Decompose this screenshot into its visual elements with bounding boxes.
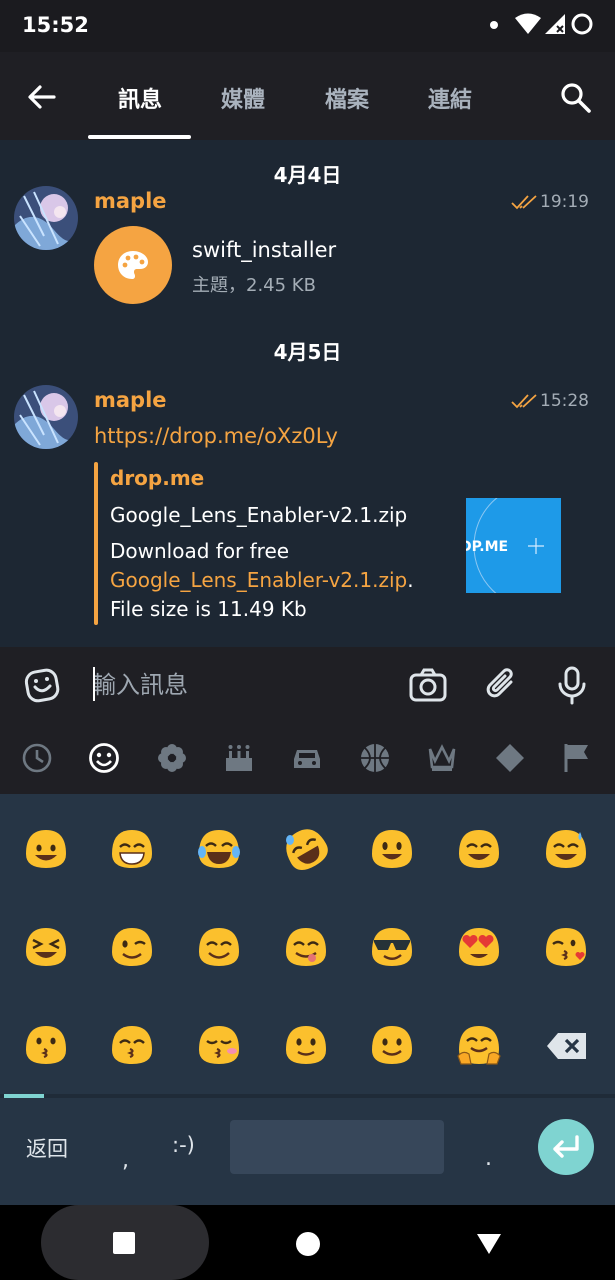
- notification-dot-icon: [490, 21, 498, 29]
- crown-icon[interactable]: [425, 741, 459, 775]
- enter-key[interactable]: [538, 1119, 594, 1175]
- message-link[interactable]: https://drop.me/oXz0Ly: [94, 424, 338, 448]
- status-time: 15:52: [22, 13, 89, 37]
- diamond-icon[interactable]: [493, 741, 527, 775]
- slightly-smiling-icon[interactable]: [282, 1020, 330, 1068]
- smiling-face-icon[interactable]: [368, 1020, 416, 1068]
- link-preview-title[interactable]: Google_Lens_Enabler-v2.1.zip: [110, 503, 407, 527]
- rolling-laughing-icon[interactable]: [282, 824, 330, 872]
- tears-of-joy-icon[interactable]: [195, 824, 243, 872]
- battery-ring-icon: [571, 13, 593, 35]
- back-key[interactable]: 返回: [26, 1133, 68, 1163]
- sweat-smile-icon[interactable]: [542, 824, 590, 872]
- camera-icon[interactable]: [408, 665, 448, 705]
- link-preview-site[interactable]: drop.me: [110, 466, 204, 490]
- avatar[interactable]: [14, 186, 78, 250]
- emoji-grid: [0, 794, 615, 1094]
- flower-icon[interactable]: [155, 741, 189, 775]
- read-check-icon: [511, 394, 537, 409]
- cake-icon[interactable]: [222, 741, 256, 775]
- smiling-open-mouth-icon[interactable]: [368, 824, 416, 872]
- sticker-smile-icon[interactable]: [22, 665, 62, 705]
- sender-name[interactable]: maple: [94, 189, 167, 213]
- search-icon[interactable]: [556, 78, 596, 118]
- kissing-smiling-eyes-icon[interactable]: [108, 1020, 156, 1068]
- heart-eyes-icon[interactable]: [455, 922, 503, 970]
- backspace-icon[interactable]: [546, 1031, 588, 1061]
- kissing-closed-eyes-icon[interactable]: [195, 1020, 243, 1068]
- read-check-icon: [511, 195, 537, 210]
- microphone-icon[interactable]: [552, 665, 592, 705]
- basketball-icon[interactable]: [358, 741, 392, 775]
- link-preview-bar: [94, 462, 98, 625]
- back-arrow-icon[interactable]: [22, 78, 62, 118]
- home-circle-icon[interactable]: [295, 1231, 321, 1257]
- tab-messages[interactable]: 訊息: [88, 82, 192, 114]
- comma-key[interactable]: ,: [122, 1148, 129, 1173]
- link-preview-description: Download for free Google_Lens_Enabler-v2…: [110, 537, 414, 624]
- grinning-smiling-eyes-icon[interactable]: [455, 824, 503, 872]
- message-input[interactable]: [92, 661, 392, 709]
- smiley-icon[interactable]: [87, 741, 121, 775]
- attach-icon[interactable]: [482, 665, 522, 705]
- thumbnail-text: DP.ME: [466, 539, 508, 555]
- tab-links[interactable]: 連結: [398, 82, 502, 114]
- status-bar: 15:52: [0, 0, 615, 52]
- message-input-bar: [0, 647, 615, 723]
- app-header: 訊息 媒體 檔案 連結: [0, 52, 615, 140]
- tab-media[interactable]: 媒體: [191, 82, 295, 114]
- preview-desc-link[interactable]: Google_Lens_Enabler-v2.1.zip: [110, 568, 407, 592]
- active-tab-indicator: [88, 135, 191, 139]
- message-time: 15:28: [540, 391, 589, 411]
- keyboard-bottom-row: 返回 , :-) .: [0, 1098, 615, 1205]
- text-caret: [93, 667, 95, 701]
- link-preview-thumbnail[interactable]: DP.ME: [466, 498, 561, 593]
- message-list[interactable]: 4月4日 maple 19:19 swift_installer 主題，2.45…: [0, 140, 615, 645]
- sender-name[interactable]: maple: [94, 388, 167, 412]
- recent-icon[interactable]: [20, 741, 54, 775]
- winking-face-icon[interactable]: [108, 922, 156, 970]
- sunglasses-face-icon[interactable]: [368, 922, 416, 970]
- preview-desc-line: Download for free: [110, 539, 290, 563]
- car-icon[interactable]: [290, 741, 324, 775]
- file-meta: 主題，2.45 KB: [192, 275, 316, 296]
- file-name[interactable]: swift_installer: [192, 238, 336, 262]
- recents-square-icon[interactable]: [112, 1231, 136, 1255]
- period-key[interactable]: .: [485, 1146, 492, 1171]
- avatar[interactable]: [14, 385, 78, 449]
- savoring-food-icon[interactable]: [282, 922, 330, 970]
- preview-desc-line: File size is 11.49 Kb: [110, 597, 307, 621]
- date-separator: 4月4日: [273, 163, 342, 187]
- emoji-category-bar: [0, 723, 615, 794]
- preview-desc-suffix: .: [407, 568, 414, 592]
- grinning-face-icon[interactable]: [22, 824, 70, 872]
- enter-arrow-icon: [553, 1135, 579, 1158]
- hugging-face-icon[interactable]: [455, 1020, 503, 1068]
- signal-icon: [545, 14, 565, 34]
- beaming-face-icon[interactable]: [108, 824, 156, 872]
- wifi-icon: [515, 13, 541, 34]
- system-nav-bar: [0, 1205, 615, 1280]
- date-separator: 4月5日: [273, 340, 342, 364]
- squinting-laughing-icon[interactable]: [22, 922, 70, 970]
- back-triangle-icon[interactable]: [476, 1232, 502, 1256]
- tab-files[interactable]: 檔案: [295, 82, 399, 114]
- palette-icon[interactable]: [94, 226, 172, 304]
- space-key[interactable]: [230, 1120, 444, 1174]
- flag-icon[interactable]: [560, 741, 594, 775]
- smiling-eyes-icon[interactable]: [195, 922, 243, 970]
- kissing-face-icon[interactable]: [22, 1020, 70, 1068]
- smiley-key[interactable]: :-): [172, 1133, 195, 1157]
- message-time: 19:19: [540, 192, 589, 212]
- kissing-heart-icon[interactable]: [542, 922, 590, 970]
